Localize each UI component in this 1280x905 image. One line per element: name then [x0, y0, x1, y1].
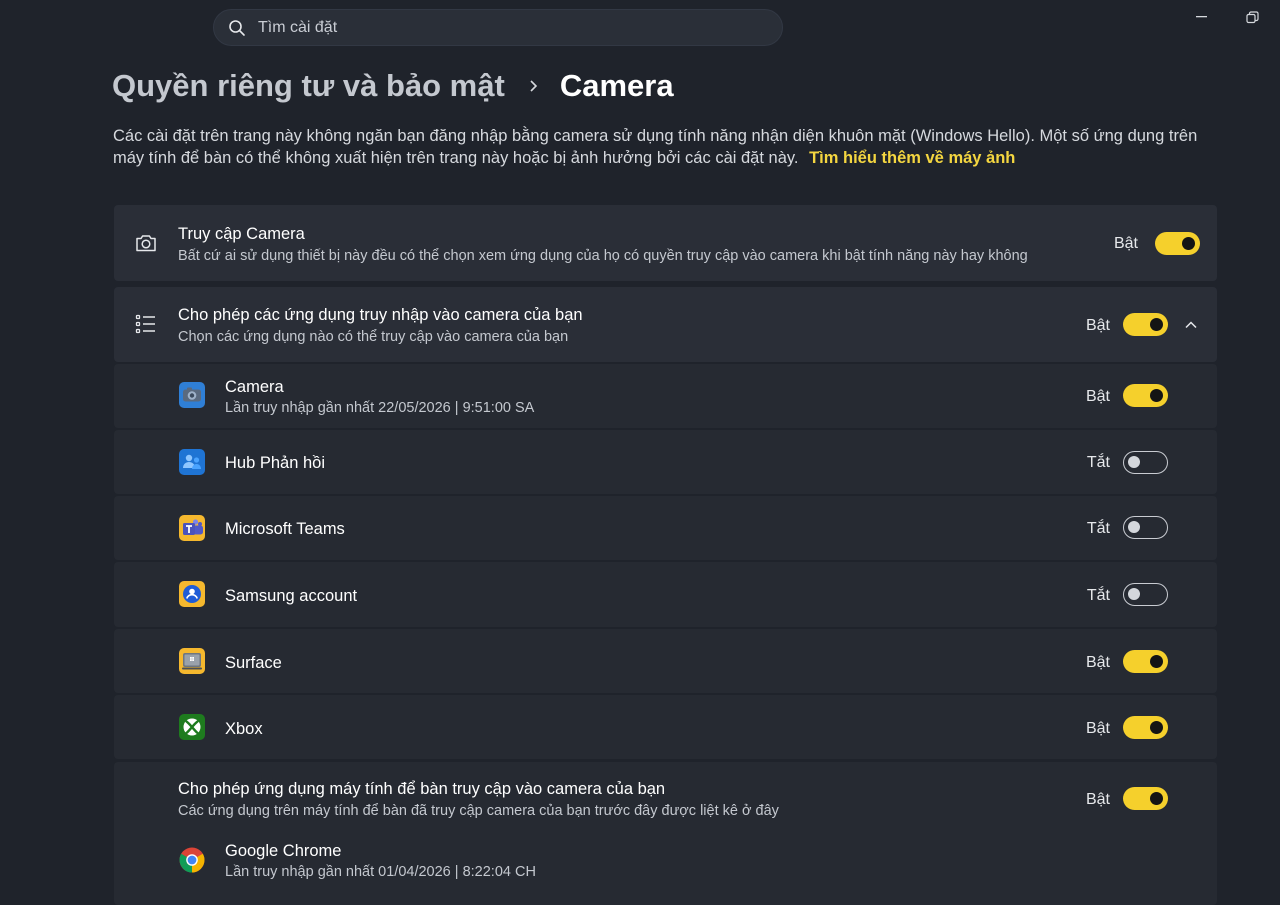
app-access-state: Bật: [1085, 317, 1110, 334]
chevron-up-icon[interactable]: [1184, 318, 1198, 332]
page-title: Camera: [559, 68, 674, 103]
toggle-knob: [1150, 792, 1163, 805]
xbox-icon: [179, 714, 205, 740]
toggle-knob: [1128, 588, 1140, 600]
app-state: Tắt: [1086, 454, 1110, 471]
desktop-access-card: Cho phép ứng dụng máy tính để bàn truy c…: [114, 762, 1217, 905]
app-name: Camera: [225, 378, 284, 396]
samsung-account-icon: [179, 581, 205, 607]
toggle-knob: [1150, 318, 1163, 331]
app-last-access: Lần truy nhập gần nhất 22/05/2026 | 9:51…: [225, 400, 535, 416]
search-icon: [229, 19, 245, 36]
restore-icon[interactable]: [1246, 11, 1260, 25]
app-state: Tắt: [1086, 520, 1110, 537]
app-row-xbox: Xbox Bật: [114, 695, 1217, 759]
toggle-knob: [1150, 389, 1163, 402]
toggle-knob: [1128, 521, 1140, 533]
camera-app-toggle[interactable]: [1123, 384, 1168, 407]
toggle-knob: [1182, 237, 1195, 250]
app-access-toggle[interactable]: [1123, 313, 1168, 336]
camera-access-toggle[interactable]: [1155, 232, 1200, 255]
camera-access-card: Truy cập Camera Bất cứ ai sử dụng thiết …: [114, 205, 1217, 281]
app-name: Surface: [225, 654, 282, 672]
app-row-camera: Camera Lần truy nhập gần nhất 22/05/2026…: [114, 364, 1217, 428]
camera-access-title: Truy cập Camera: [178, 225, 305, 243]
xbox-toggle[interactable]: [1123, 716, 1168, 739]
description-text: Các cài đặt trên trang này không ngăn bạ…: [113, 127, 1198, 167]
breadcrumb: Quyền riêng tư và bảo mật Camera: [112, 64, 674, 108]
app-state: Tắt: [1086, 587, 1110, 604]
app-state: Bật: [1085, 388, 1110, 405]
surface-toggle[interactable]: [1123, 650, 1168, 673]
desktop-access-state: Bật: [1085, 791, 1110, 808]
app-row-teams: Microsoft Teams Tắt: [114, 496, 1217, 560]
app-name: Hub Phản hồi: [225, 454, 325, 472]
samsung-account-toggle[interactable]: [1123, 583, 1168, 606]
desktop-access-subtitle: Các ứng dụng trên máy tính để bàn đã tru…: [178, 803, 779, 819]
chevron-right-icon: [530, 80, 537, 92]
camera-access-state: Bật: [1113, 235, 1138, 252]
camera-app-icon: [179, 382, 205, 408]
app-access-title: Cho phép các ứng dụng truy nhập vào came…: [178, 306, 583, 324]
toggle-knob: [1128, 456, 1140, 468]
minimize-icon[interactable]: [1196, 16, 1210, 18]
teams-icon: [179, 515, 205, 541]
app-access-card[interactable]: Cho phép các ứng dụng truy nhập vào came…: [114, 287, 1217, 362]
search-input[interactable]: Tìm cài đặt: [213, 9, 783, 46]
toggle-knob: [1150, 655, 1163, 668]
app-state: Bật: [1085, 654, 1110, 671]
surface-icon: [179, 648, 205, 674]
search-placeholder: Tìm cài đặt: [258, 18, 338, 36]
app-access-subtitle: Chọn các ứng dụng nào có thể truy cập và…: [178, 329, 569, 345]
learn-more-link[interactable]: Tìm hiểu thêm về máy ảnh: [809, 149, 1015, 167]
app-name: Microsoft Teams: [225, 520, 345, 538]
app-row-samsung-account: Samsung account Tắt: [114, 562, 1217, 627]
app-row-surface: Surface Bật: [114, 629, 1217, 693]
breadcrumb-parent[interactable]: Quyền riêng tư và bảo mật: [112, 68, 505, 104]
camera-access-subtitle: Bất cứ ai sử dụng thiết bị này đều có th…: [178, 248, 1028, 264]
app-last-access: Lần truy nhập gần nhất 01/04/2026 | 8:22…: [225, 864, 536, 880]
page-description: Các cài đặt trên trang này không ngăn bạ…: [113, 125, 1223, 169]
desktop-access-toggle[interactable]: [1123, 787, 1168, 810]
toggle-knob: [1150, 721, 1163, 734]
feedback-hub-toggle[interactable]: [1123, 451, 1168, 474]
feedback-hub-icon: [179, 449, 205, 475]
app-name: Google Chrome: [225, 842, 342, 860]
app-state: Bật: [1085, 720, 1110, 737]
app-row-feedback-hub: Hub Phản hồi Tắt: [114, 430, 1217, 494]
app-name: Samsung account: [225, 587, 358, 605]
app-name: Xbox: [225, 720, 263, 738]
camera-icon: [136, 235, 156, 252]
desktop-access-title: Cho phép ứng dụng máy tính để bàn truy c…: [178, 780, 666, 798]
teams-toggle[interactable]: [1123, 516, 1168, 539]
list-icon: [135, 314, 155, 334]
chrome-icon: [179, 847, 205, 873]
